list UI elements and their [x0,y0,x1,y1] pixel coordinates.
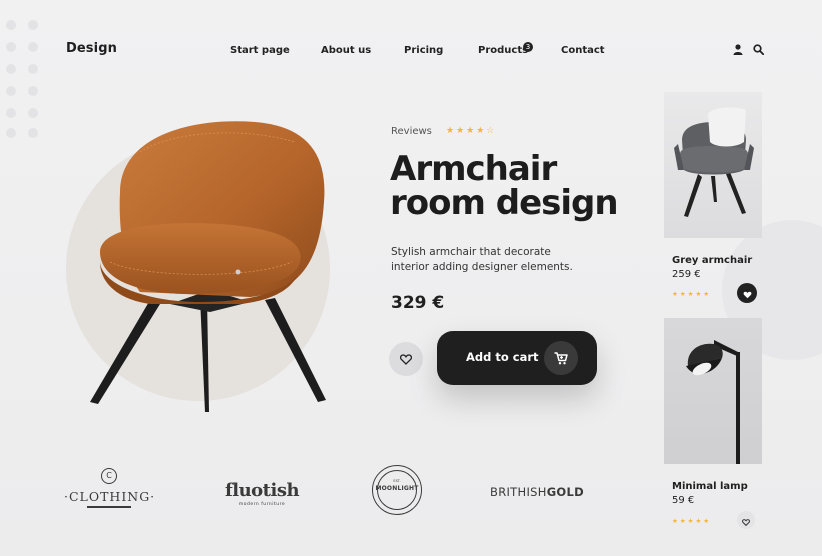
product-price-small: 259 € [672,269,701,280]
products-count-badge: 3 [523,42,533,52]
product-card-grey-armchair[interactable]: Grey armchair 259 € ★★★★★ [664,92,762,303]
clothing-wordmark: ·CLOTHING· [64,489,156,504]
heart-filled-icon [743,284,752,303]
header-actions [733,44,764,55]
title-line-2: room design [390,183,619,223]
wishlist-button[interactable] [737,283,757,303]
divider [87,506,131,508]
minimal-lamp-image [664,318,762,464]
armchair-image [80,112,340,421]
nav-contact[interactable]: Contact [561,45,605,56]
reviews-label: Reviews [391,126,432,137]
grey-armchair-image [664,92,762,238]
heart-icon [742,511,750,530]
search-icon[interactable] [753,44,764,55]
british-gold-brand-logo[interactable]: BRITHISHGOLD [490,485,584,499]
brand-part-1: BRITHISH [490,485,547,499]
product-rating: ★★★★★ [672,517,712,525]
product-rating: ★★★★★ [672,290,712,298]
wishlist-button[interactable] [737,511,755,529]
main-nav: Start page About us Pricing Products Con… [0,45,822,61]
moonlight-wordmark: MOONLIGHT [375,485,419,492]
favorite-button[interactable] [389,342,423,376]
rating-stars[interactable]: ★★★★☆ [446,126,496,136]
moonlight-brand-logo[interactable]: EST. MOONLIGHT [372,465,422,515]
product-price: 329 € [391,293,445,313]
fluotish-brand-logo[interactable]: fluotish modern furniture [225,480,300,507]
product-name[interactable]: Minimal lamp [672,481,762,492]
brand-part-2: GOLD [546,485,584,499]
fluotish-tagline: modern furniture [238,502,286,507]
product-name[interactable]: Grey armchair [672,255,762,266]
decorative-dots [6,20,46,144]
page-title: Armchair room design [390,149,619,223]
clothing-mark: C [101,468,117,484]
add-to-cart-label: Add to cart [466,350,539,364]
moonlight-small-text: EST. [393,479,401,483]
clothing-brand-logo[interactable]: C ·CLOTHING· [64,468,154,508]
nav-about-us[interactable]: About us [321,45,371,56]
cart-icon [544,341,578,375]
add-to-cart-button[interactable]: Add to cart [437,331,597,385]
nav-pricing[interactable]: Pricing [404,45,443,56]
user-icon[interactable] [733,44,743,55]
nav-start-page[interactable]: Start page [230,45,290,56]
nav-products[interactable]: Products [478,45,528,56]
title-line-1: Armchair [390,149,557,189]
product-description: Stylish armchair that decorate interior … [391,246,573,273]
fluotish-wordmark: fluotish [225,480,300,501]
product-card-minimal-lamp[interactable]: Minimal lamp 59 € ★★★★★ [664,318,762,529]
heart-icon [399,350,413,369]
product-price-small: 59 € [672,495,695,506]
